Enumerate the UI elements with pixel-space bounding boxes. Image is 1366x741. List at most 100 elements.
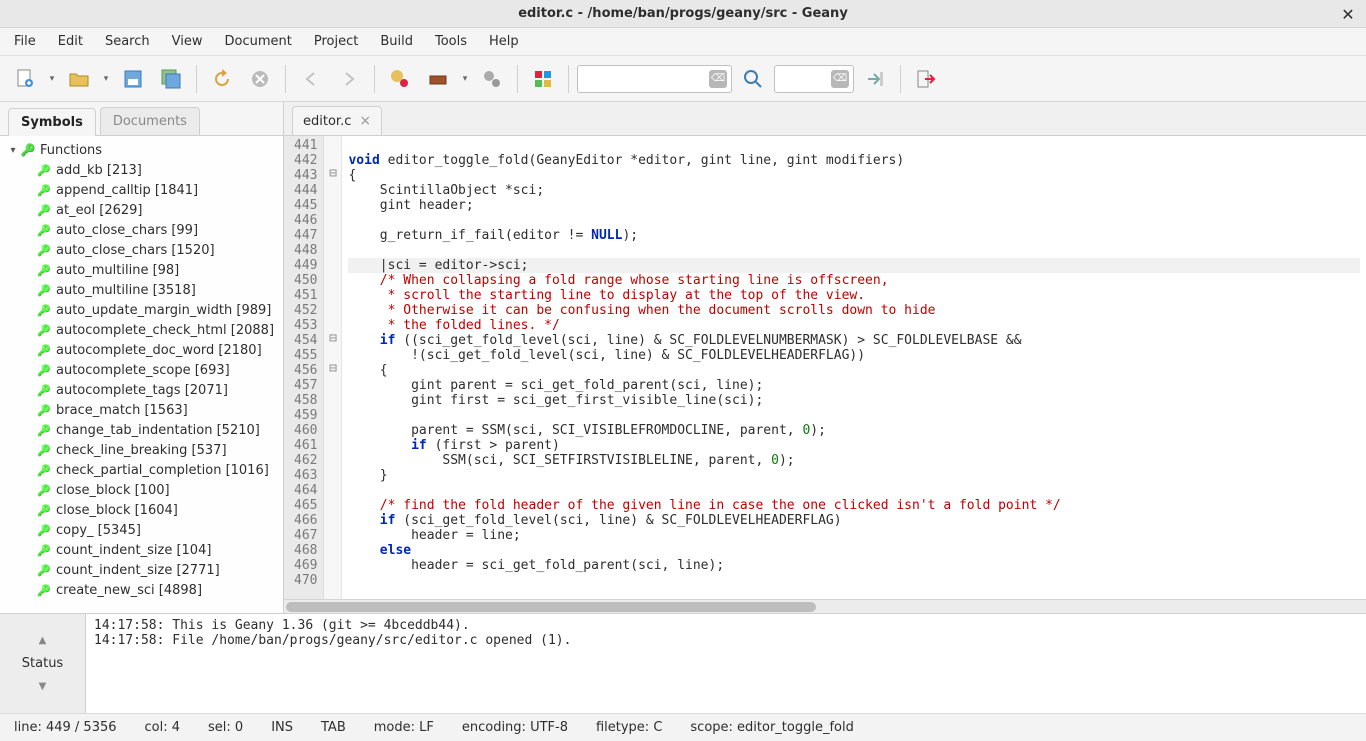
code-editor[interactable]: 4414424434444454464474484494504514524534… — [284, 136, 1366, 599]
tab-close-button[interactable]: × — [359, 113, 371, 129]
function-icon — [36, 582, 52, 598]
build-dropdown[interactable]: ▾ — [459, 62, 471, 96]
symbol-item[interactable]: close_block [1604] — [0, 500, 283, 520]
folder-open-icon — [68, 68, 90, 90]
close-button[interactable] — [243, 62, 277, 96]
menu-edit[interactable]: Edit — [48, 30, 93, 53]
symbol-item[interactable]: append_calltip [1841] — [0, 180, 283, 200]
color-chooser-button[interactable] — [526, 62, 560, 96]
quit-button[interactable] — [909, 62, 943, 96]
symbol-item[interactable]: autocomplete_tags [2071] — [0, 380, 283, 400]
symbol-label: autocomplete_doc_word [2180] — [56, 343, 262, 358]
message-area[interactable]: 14:17:58: This is Geany 1.36 (git >= 4bc… — [86, 614, 1366, 713]
menu-build[interactable]: Build — [370, 30, 423, 53]
symbol-item[interactable]: autocomplete_check_html [2088] — [0, 320, 283, 340]
folder-icon — [20, 142, 36, 158]
menu-view[interactable]: View — [162, 30, 213, 53]
symbol-label: autocomplete_check_html [2088] — [56, 323, 274, 338]
find-button[interactable] — [736, 62, 770, 96]
build-button[interactable] — [421, 62, 455, 96]
compile-icon — [389, 68, 411, 90]
symbol-item[interactable]: auto_multiline [3518] — [0, 280, 283, 300]
new-file-dropdown[interactable]: ▾ — [46, 62, 58, 96]
tree-expander-icon[interactable]: ▾ — [6, 145, 20, 156]
function-icon — [36, 422, 52, 438]
line-number-gutter: 4414424434444454464474484494504514524534… — [284, 136, 324, 599]
toolbar-separator — [196, 65, 197, 93]
function-icon — [36, 522, 52, 538]
goto-line-button[interactable] — [858, 62, 892, 96]
tree-root-functions[interactable]: ▾ Functions — [0, 140, 283, 160]
code-text[interactable]: void editor_toggle_fold(GeanyEditor *edi… — [342, 136, 1366, 599]
execute-button[interactable] — [475, 62, 509, 96]
symbol-item[interactable]: auto_update_margin_width [989] — [0, 300, 283, 320]
symbol-item[interactable]: check_line_breaking [537] — [0, 440, 283, 460]
toolbar-separator — [900, 65, 901, 93]
open-file-button[interactable] — [62, 62, 96, 96]
search-entry[interactable]: ⌫ — [577, 65, 732, 93]
color-swatch-icon — [533, 69, 553, 89]
menubar: FileEditSearchViewDocumentProjectBuildTo… — [0, 28, 1366, 56]
menu-search[interactable]: Search — [95, 30, 160, 53]
symbol-item[interactable]: auto_close_chars [99] — [0, 220, 283, 240]
symbol-item[interactable]: brace_match [1563] — [0, 400, 283, 420]
symbol-item[interactable]: close_block [100] — [0, 480, 283, 500]
nav-forward-button[interactable] — [332, 62, 366, 96]
open-recent-dropdown[interactable]: ▾ — [100, 62, 112, 96]
fold-marker[interactable]: ⊟ — [329, 166, 337, 181]
menu-document[interactable]: Document — [214, 30, 301, 53]
symbol-item[interactable]: at_eol [2629] — [0, 200, 283, 220]
function-icon — [36, 482, 52, 498]
search-clear-button[interactable]: ⌫ — [709, 70, 727, 88]
fold-marker[interactable]: ⊟ — [329, 331, 337, 346]
goto-clear-button[interactable]: ⌫ — [831, 70, 849, 88]
symbol-item[interactable]: autocomplete_scope [693] — [0, 360, 283, 380]
nav-back-button[interactable] — [294, 62, 328, 96]
scrollbar-thumb[interactable] — [286, 602, 816, 612]
goto-input[interactable] — [781, 66, 831, 92]
save-button[interactable] — [116, 62, 150, 96]
symbol-item[interactable]: create_new_sci [4898] — [0, 580, 283, 600]
search-input[interactable] — [584, 66, 709, 92]
status-col: col: 4 — [145, 720, 181, 735]
save-all-button[interactable] — [154, 62, 188, 96]
menu-help[interactable]: Help — [479, 30, 529, 53]
sidebar-tab-documents[interactable]: Documents — [100, 107, 200, 135]
compile-button[interactable] — [383, 62, 417, 96]
symbol-item[interactable]: auto_multiline [98] — [0, 260, 283, 280]
status-ins: INS — [271, 720, 293, 735]
goto-entry[interactable]: ⌫ — [774, 65, 854, 93]
symbol-item[interactable]: add_kb [213] — [0, 160, 283, 180]
symbol-item[interactable]: autocomplete_doc_word [2180] — [0, 340, 283, 360]
menu-project[interactable]: Project — [304, 30, 368, 53]
symbol-item[interactable]: count_indent_size [2771] — [0, 560, 283, 580]
menu-tools[interactable]: Tools — [425, 30, 477, 53]
symbol-label: add_kb [213] — [56, 163, 142, 178]
fold-gutter[interactable]: ⊟ ⊟ ⊟ — [324, 136, 342, 599]
symbol-tree[interactable]: ▾ Functions add_kb [213] append_calltip [… — [0, 136, 283, 613]
symbol-label: count_indent_size [2771] — [56, 563, 220, 578]
menu-file[interactable]: File — [4, 30, 46, 53]
symbol-item[interactable]: auto_close_chars [1520] — [0, 240, 283, 260]
window-close-button[interactable]: ✕ — [1338, 4, 1358, 24]
save-icon — [122, 68, 144, 90]
symbol-label: copy_ [5345] — [56, 523, 141, 538]
statusbar: line: 449 / 5356 col: 4 sel: 0 INS TAB m… — [0, 713, 1366, 741]
symbol-item[interactable]: copy_ [5345] — [0, 520, 283, 540]
new-file-button[interactable] — [8, 62, 42, 96]
status-line: line: 449 / 5356 — [14, 720, 117, 735]
symbol-item[interactable]: change_tab_indentation [5210] — [0, 420, 283, 440]
message-tab-selector[interactable]: ▲ Status ▼ — [0, 614, 86, 713]
tab-next-icon[interactable]: ▼ — [39, 681, 47, 692]
fold-marker[interactable]: ⊟ — [329, 361, 337, 376]
horizontal-scrollbar[interactable] — [284, 599, 1366, 613]
symbol-item[interactable]: check_partial_completion [1016] — [0, 460, 283, 480]
status-filetype: filetype: C — [596, 720, 662, 735]
document-tab[interactable]: editor.c × — [292, 106, 382, 135]
status-tab: TAB — [321, 720, 346, 735]
symbol-item[interactable]: count_indent_size [104] — [0, 540, 283, 560]
function-icon — [36, 322, 52, 338]
tab-prev-icon[interactable]: ▲ — [39, 635, 47, 646]
sidebar-tab-symbols[interactable]: Symbols — [8, 108, 96, 136]
reload-button[interactable] — [205, 62, 239, 96]
